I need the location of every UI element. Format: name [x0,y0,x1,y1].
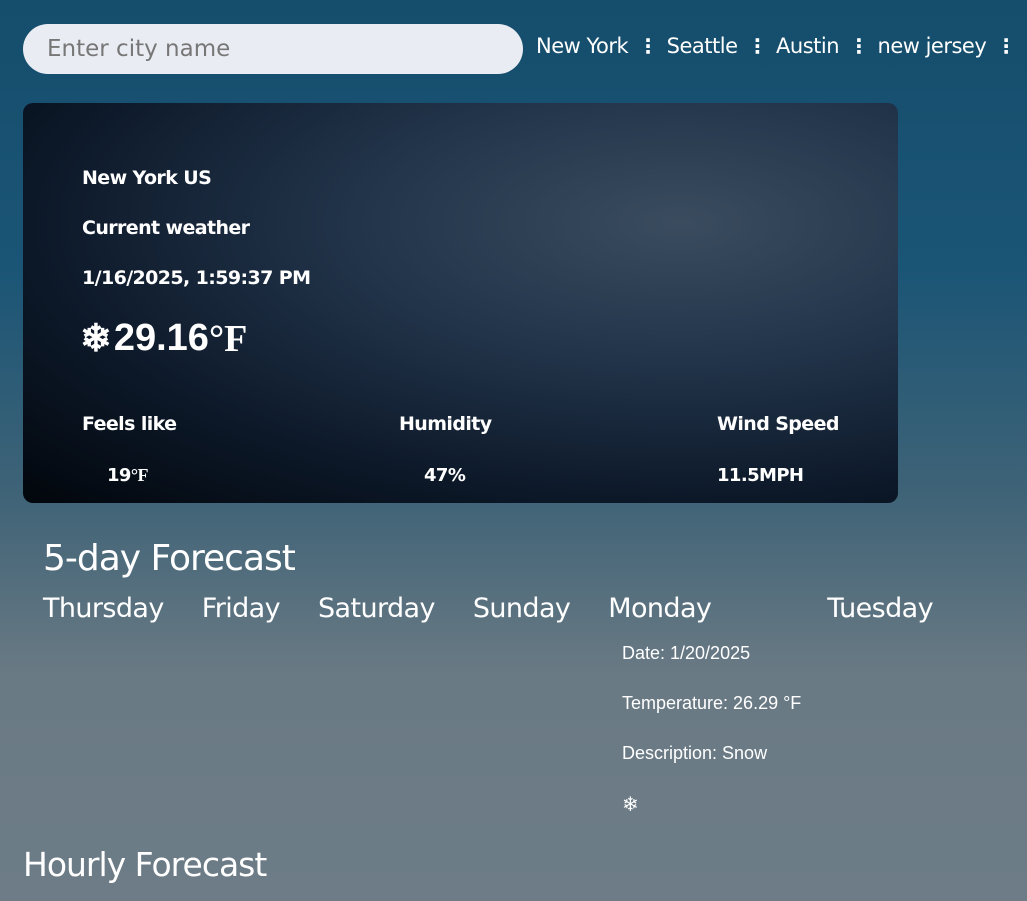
current-weather-heading: Current weather [82,217,250,239]
city-search-input[interactable] [23,24,523,74]
more-options-icon[interactable]: ⋮ [996,34,1016,58]
more-options-icon[interactable]: ⋮ [748,34,768,58]
hourly-forecast-title: Hourly Forecast [23,845,267,884]
forecast-day[interactable]: Saturday [318,593,435,624]
feels-like-value: 19°F [107,465,148,486]
saved-cities: New York ⋮ Seattle ⋮ Austin ⋮ new jersey ⋮ [536,34,1025,58]
humidity-value: 47% [424,465,466,486]
forecast-title: 5-day Forecast [43,538,296,579]
city-label: New York [536,34,629,58]
feels-like-label: Feels like [82,413,177,435]
forecast-day[interactable]: Tuesday [827,593,933,624]
city-label: new jersey [877,34,987,58]
city-label: Austin [776,34,840,58]
forecast-day[interactable]: Sunday [473,593,571,624]
more-options-icon[interactable]: ⋮ [638,34,658,58]
saved-city-new-york[interactable]: New York ⋮ [536,34,658,58]
location: New York US [82,167,212,189]
forecast-day[interactable]: Friday [202,593,281,624]
current-weather-card: New York US Current weather 1/16/2025, 1… [23,103,898,503]
saved-city-austin[interactable]: Austin ⋮ [776,34,869,58]
city-label: Seattle [666,34,738,58]
datetime: 1/16/2025, 1:59:37 PM [82,267,311,289]
forecast-temperature: Temperature: 26.29 °F [622,693,802,713]
forecast-date: Date: 1/20/2025 [622,643,751,663]
current-temperature: ❄ 29.16 °F [80,316,247,361]
temperature-unit: °F [208,317,248,360]
snowflake-icon: ❄ [622,794,639,816]
humidity-label: Humidity [399,413,492,435]
temperature-value: 29.16 [113,317,209,359]
forecast-days: Thursday Friday Saturday Sunday Monday T… [43,593,971,624]
snowflake-icon: ❄ [80,318,112,360]
forecast-day-selected[interactable]: Monday [608,593,712,624]
forecast-day[interactable]: Thursday [43,593,164,624]
wind-speed-value: 11.5MPH [717,465,804,486]
saved-city-seattle[interactable]: Seattle ⋮ [666,34,768,58]
more-options-icon[interactable]: ⋮ [849,34,869,58]
wind-speed-label: Wind Speed [717,413,839,435]
saved-city-new-jersey[interactable]: new jersey ⋮ [877,34,1017,58]
forecast-description: Description: Snow [622,743,768,763]
